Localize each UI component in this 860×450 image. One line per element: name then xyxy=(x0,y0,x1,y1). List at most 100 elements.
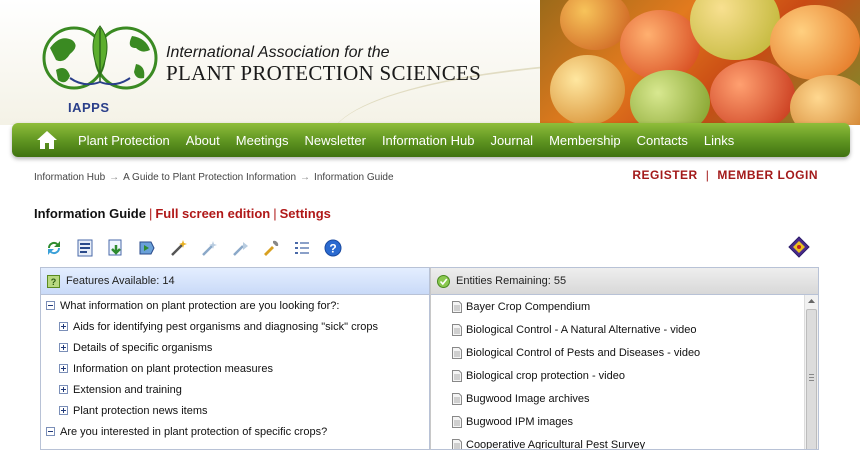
document-icon xyxy=(452,392,462,405)
feature-label: Are you interested in plant protection o… xyxy=(60,425,328,438)
entity-label: Bugwood IPM images xyxy=(466,415,573,428)
feature-label: Aids for identifying pest organisms and … xyxy=(73,320,378,333)
expand-icon[interactable] xyxy=(59,343,68,352)
nav-membership[interactable]: Membership xyxy=(541,133,629,148)
entities-remaining-count: Entities Remaining: 55 xyxy=(456,275,567,287)
breadcrumb-information-hub[interactable]: Information Hub xyxy=(34,172,105,183)
best-icon[interactable] xyxy=(199,238,219,258)
next-best-icon[interactable] xyxy=(230,238,250,258)
expand-icon[interactable] xyxy=(59,322,68,331)
entity-row[interactable]: Biological Control - A Natural Alternati… xyxy=(431,318,818,341)
feature-group-row[interactable]: What information on plant protection are… xyxy=(41,295,429,316)
scroll-up-arrow-icon[interactable] xyxy=(805,295,818,308)
entities-panel-header: Entities Remaining: 55 xyxy=(431,268,818,295)
document-icon xyxy=(452,300,462,313)
restart-icon[interactable] xyxy=(44,238,64,258)
entity-row[interactable]: Cooperative Agricultural Pest Survey xyxy=(431,433,818,450)
entity-row[interactable]: Biological crop protection - video xyxy=(431,364,818,387)
site-header: IAPPS International Association for the … xyxy=(0,0,860,125)
entities-remaining-icon xyxy=(437,274,450,288)
entity-label: Biological crop protection - video xyxy=(466,369,625,382)
features-panel: ? Features Available: 14 What informatio… xyxy=(40,267,430,450)
document-icon xyxy=(452,323,462,336)
svg-text:?: ? xyxy=(329,242,336,256)
entity-label: Biological Control of Pests and Diseases… xyxy=(466,346,701,359)
svg-text:?: ? xyxy=(51,277,57,287)
feature-row[interactable]: Extension and training xyxy=(41,379,429,400)
feature-row[interactable]: Aids for identifying pest organisms and … xyxy=(41,316,429,337)
nav-newsletter[interactable]: Newsletter xyxy=(297,133,374,148)
document-icon xyxy=(452,369,462,382)
tools-icon[interactable] xyxy=(261,238,281,258)
home-icon[interactable] xyxy=(36,130,58,150)
collapse-icon[interactable] xyxy=(46,301,55,310)
full-screen-link[interactable]: Full screen edition xyxy=(155,206,270,221)
list-icon[interactable] xyxy=(292,238,312,258)
expand-icon[interactable] xyxy=(59,406,68,415)
feature-label: Plant protection news items xyxy=(73,404,208,417)
entity-row[interactable]: Biological Control of Pests and Diseases… xyxy=(431,341,818,364)
entity-row[interactable]: Bayer Crop Compendium xyxy=(431,295,818,318)
nav-meetings[interactable]: Meetings xyxy=(228,133,297,148)
document-icon xyxy=(452,438,462,449)
features-panel-header: ? Features Available: 14 xyxy=(41,268,429,295)
breadcrumb-separator: → xyxy=(109,172,120,183)
guide-separator: | xyxy=(148,206,153,221)
download-icon[interactable] xyxy=(106,238,126,258)
magic-wand-icon[interactable] xyxy=(168,238,188,258)
features-available-icon: ? xyxy=(47,274,60,288)
register-link[interactable]: REGISTER xyxy=(632,168,697,182)
guide-current-title: Information Guide xyxy=(34,206,146,221)
settings-link[interactable]: Settings xyxy=(280,206,331,221)
account-divider: | xyxy=(705,168,710,182)
nav-journal[interactable]: Journal xyxy=(482,133,541,148)
feature-label: Information on plant protection measures xyxy=(73,362,273,375)
key-toolbar: ? xyxy=(44,238,354,258)
nav-about[interactable]: About xyxy=(178,133,228,148)
member-login-link[interactable]: MEMBER LOGIN xyxy=(717,168,818,182)
feature-group-row[interactable]: Are you interested in plant protection o… xyxy=(41,421,429,442)
help-icon[interactable]: ? xyxy=(323,238,343,258)
features-available-count: Features Available: 14 xyxy=(66,275,175,287)
entity-row[interactable]: Bugwood IPM images xyxy=(431,410,818,433)
entities-panel: Entities Remaining: 55 Bayer Crop Compen… xyxy=(430,267,819,450)
logo-text: IAPPS xyxy=(68,100,110,115)
feature-label: What information on plant protection are… xyxy=(60,299,340,312)
entity-row[interactable]: Bugwood Image archives xyxy=(431,387,818,410)
features-list-icon[interactable] xyxy=(75,238,95,258)
breadcrumb-guide[interactable]: A Guide to Plant Protection Information xyxy=(123,172,296,183)
feature-row[interactable]: Information on plant protection measures xyxy=(41,358,429,379)
scrollbar-thumb[interactable] xyxy=(806,309,817,449)
breadcrumb: Information Hub → A Guide to Plant Protect… xyxy=(34,172,394,183)
document-icon xyxy=(452,415,462,428)
main-nav: Plant Protection About Meetings Newslett… xyxy=(12,123,850,157)
guide-separator: | xyxy=(273,206,277,221)
nav-information-hub[interactable]: Information Hub xyxy=(374,133,483,148)
navigate-icon[interactable] xyxy=(137,238,157,258)
feature-row[interactable]: Details of specific organisms xyxy=(41,337,429,358)
nav-contacts[interactable]: Contacts xyxy=(629,133,696,148)
entity-label: Cooperative Agricultural Pest Survey xyxy=(466,438,646,450)
entity-label: Bayer Crop Compendium xyxy=(466,300,591,313)
expand-icon[interactable] xyxy=(59,385,68,394)
breadcrumb-current: Information Guide xyxy=(314,172,394,183)
guide-title-bar: Information Guide | Full screen edition | Se… xyxy=(34,206,331,221)
scrollbar-grip xyxy=(809,374,814,381)
org-name-line1: International Association for the xyxy=(166,44,390,61)
header-fruit-image xyxy=(540,0,860,125)
nav-plant-protection[interactable]: Plant Protection xyxy=(70,133,178,148)
feature-label: Details of specific organisms xyxy=(73,341,213,354)
entities-scrollbar[interactable] xyxy=(804,295,818,449)
org-name-line2: PLANT PROTECTION SCIENCES xyxy=(166,61,482,85)
lucid-logo-icon[interactable] xyxy=(788,236,810,258)
collapse-icon[interactable] xyxy=(46,427,55,436)
expand-icon[interactable] xyxy=(59,364,68,373)
entity-label: Bugwood Image archives xyxy=(466,392,590,405)
document-icon xyxy=(452,346,462,359)
feature-row[interactable]: Plant protection news items xyxy=(41,400,429,421)
breadcrumb-separator: → xyxy=(300,172,311,183)
feature-label: Extension and training xyxy=(73,383,182,396)
account-links: REGISTER | MEMBER LOGIN xyxy=(632,168,818,182)
entity-label: Biological Control - A Natural Alternati… xyxy=(466,323,697,336)
nav-links[interactable]: Links xyxy=(696,133,742,148)
